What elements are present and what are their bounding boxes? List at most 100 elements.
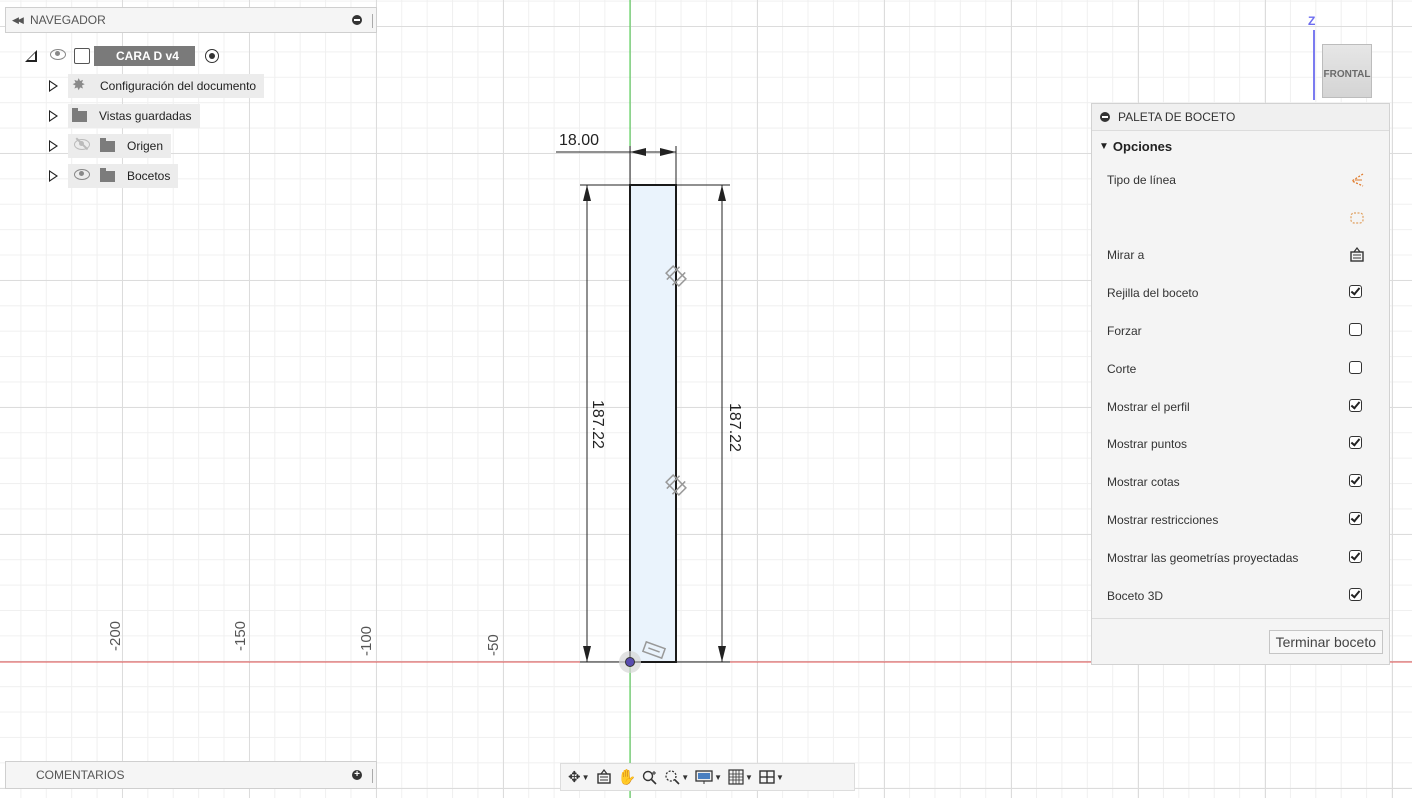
sketch-profile[interactable]	[629, 184, 677, 663]
tree-item-label: Bocetos	[127, 169, 171, 183]
sketch-palette: PALETA DE BOCETO ▼ Opciones Tipo de líne…	[1091, 103, 1390, 665]
show-constraints-checkbox[interactable]	[1349, 512, 1362, 526]
option-snap: Forzar	[1092, 312, 1389, 350]
option-show-dimensions: Mostrar cotas	[1092, 463, 1389, 501]
option-label: Mostrar las geometrías proyectadas	[1107, 550, 1299, 565]
root-component-label[interactable]: CARA D v4	[94, 46, 195, 66]
look-at-icon[interactable]	[593, 765, 615, 789]
activate-radio-icon[interactable]	[204, 49, 219, 63]
expand-icon[interactable]	[46, 136, 60, 156]
tree-item-saved-views[interactable]: Vistas guardadas	[46, 104, 200, 128]
show-projected-checkbox[interactable]	[1349, 549, 1362, 563]
viewports-icon[interactable]: ▼	[756, 765, 787, 789]
navigator-header[interactable]: ◀◀ NAVEGADOR	[5, 7, 377, 33]
option-look-at: Mirar a	[1092, 237, 1389, 275]
linetype-icon[interactable]	[1349, 172, 1365, 188]
z-axis-label: Z	[1308, 14, 1316, 28]
sketch-grid-checkbox[interactable]	[1349, 285, 1362, 299]
gear-icon: ✸	[72, 77, 86, 94]
folder-icon	[100, 137, 115, 152]
view-cube-face-label[interactable]: FRONTAL	[1323, 69, 1371, 80]
folder-icon	[72, 107, 87, 122]
look-at-icon[interactable]	[1349, 247, 1365, 263]
ruler-label: -150	[232, 621, 249, 651]
pan-icon[interactable]: ✋	[615, 765, 640, 789]
snap-checkbox[interactable]	[1349, 323, 1362, 337]
options-section-label: Opciones	[1112, 138, 1173, 154]
construction-icon[interactable]	[1349, 210, 1365, 226]
display-icon[interactable]: ▼	[692, 765, 725, 789]
option-linetype: Tipo de línea	[1092, 161, 1389, 199]
ruler-label: -200	[107, 621, 124, 651]
component-icon	[74, 48, 90, 64]
collapse-palette-icon[interactable]	[1100, 112, 1110, 122]
collapse-navigator-icon[interactable]: ◀◀	[12, 15, 26, 26]
show-points-checkbox[interactable]	[1349, 436, 1362, 450]
visibility-hidden-eye-icon[interactable]	[74, 139, 90, 153]
ruler-label: -100	[358, 626, 375, 656]
view-cube[interactable]: FRONTAL	[1322, 44, 1372, 98]
left-height-dimension-label[interactable]: 187.22	[589, 400, 606, 449]
option-show-points: Mostrar puntos	[1092, 426, 1389, 464]
caret-down-icon: ▼	[1099, 140, 1109, 152]
expand-icon[interactable]	[46, 106, 60, 126]
option-show-profile: Mostrar el perfil	[1092, 388, 1389, 426]
tree-item-label: Configuración del documento	[100, 79, 257, 93]
palette-header[interactable]: PALETA DE BOCETO	[1092, 104, 1389, 131]
palette-title: PALETA DE BOCETO	[1118, 110, 1236, 124]
option-label: Mostrar puntos	[1107, 437, 1188, 452]
navigator-pin-icon[interactable]	[352, 15, 362, 25]
show-profile-checkbox[interactable]	[1349, 398, 1362, 412]
show-dimensions-checkbox[interactable]	[1349, 474, 1362, 488]
options-section-header[interactable]: ▼ Opciones	[1092, 131, 1389, 161]
navigation-toolbar: ✥ ▼ ✋ ▼ ▼ ▼ ▼	[560, 763, 855, 791]
option-label: Mostrar el perfil	[1107, 399, 1190, 414]
option-3d-sketch: Boceto 3D	[1092, 577, 1389, 615]
orbit-icon[interactable]: ✥ ▼	[565, 765, 593, 789]
tree-root[interactable]: CARA D v4	[24, 44, 219, 68]
folder-icon	[100, 167, 115, 182]
option-label: Mirar a	[1107, 248, 1145, 263]
add-comment-icon[interactable]: +	[352, 770, 362, 780]
right-height-dimension[interactable]: 187.22	[676, 184, 743, 663]
option-sketch-grid: Rejilla del boceto	[1092, 274, 1389, 312]
fit-icon[interactable]: ▼	[661, 765, 692, 789]
option-label: Mostrar restricciones	[1107, 513, 1219, 528]
slice-checkbox[interactable]	[1349, 360, 1362, 374]
tree-item-label: Origen	[127, 139, 164, 153]
z-axis-indicator	[1313, 30, 1315, 100]
width-dimension[interactable]: 18.00	[556, 132, 677, 185]
expand-root-icon[interactable]	[24, 46, 38, 66]
tree-item-document-settings[interactable]: ✸ Configuración del documento	[46, 74, 265, 98]
3d-sketch-checkbox[interactable]	[1349, 587, 1362, 601]
navigator-resize-handle[interactable]	[372, 14, 373, 28]
width-dimension-label[interactable]: 18.00	[559, 132, 599, 149]
comments-panel[interactable]: COMENTARIOS +	[5, 761, 377, 789]
left-height-dimension[interactable]: 187.22	[580, 184, 630, 663]
option-construction	[1092, 199, 1389, 237]
expand-icon[interactable]	[46, 166, 60, 186]
right-height-dimension-label[interactable]: 187.22	[726, 403, 743, 452]
tree-item-label: Vistas guardadas	[99, 109, 192, 123]
grid-icon[interactable]: ▼	[725, 765, 756, 789]
option-show-projected: Mostrar las geometrías proyectadas	[1092, 539, 1389, 577]
tree-item-sketches[interactable]: Bocetos	[46, 164, 179, 188]
expand-icon[interactable]	[46, 76, 60, 96]
comments-resize-handle[interactable]	[372, 769, 373, 783]
finish-sketch-button[interactable]: Terminar boceto	[1268, 630, 1383, 654]
ruler-label: -50	[485, 634, 502, 656]
option-show-constraints: Mostrar restricciones	[1092, 501, 1389, 539]
zoom-icon[interactable]	[639, 765, 661, 789]
option-label: Tipo de línea	[1107, 172, 1176, 187]
visibility-eye-icon[interactable]	[50, 49, 66, 63]
tree-item-origin[interactable]: Origen	[46, 134, 172, 158]
palette-footer: Terminar boceto	[1092, 618, 1389, 664]
option-label: Boceto 3D	[1107, 588, 1164, 603]
origin-point[interactable]	[625, 657, 635, 667]
option-label: Mostrar cotas	[1107, 475, 1180, 490]
option-label: Forzar	[1107, 324, 1142, 339]
option-label: Corte	[1107, 361, 1137, 376]
option-slice: Corte	[1092, 350, 1389, 388]
comments-title: COMENTARIOS	[36, 768, 125, 782]
visibility-eye-icon[interactable]	[74, 169, 90, 183]
